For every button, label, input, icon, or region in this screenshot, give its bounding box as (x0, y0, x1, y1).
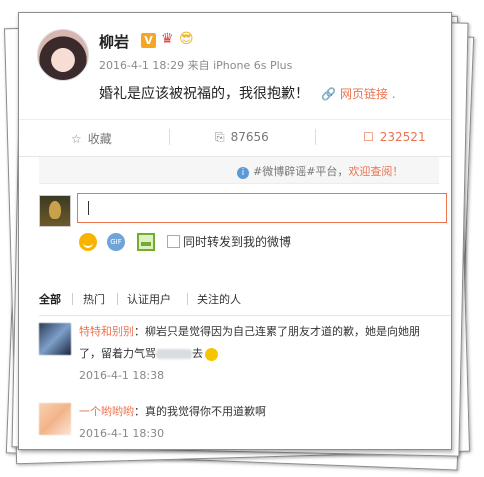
comment-button[interactable]: ☐ 232521 (363, 130, 426, 144)
link-suffix: . (391, 87, 396, 101)
post-username[interactable]: 柳岩 (99, 31, 129, 52)
repost-checkbox[interactable] (167, 235, 180, 248)
repost-count: 87656 (230, 130, 269, 144)
comment-text: 特特和别别：柳岩只是觉得因为自己连累了朋友才道的歉，她是向她朋了，留着力气骂 去 (79, 321, 451, 365)
link-icon: 🔗 (321, 87, 336, 101)
image-icon[interactable] (137, 233, 155, 251)
comment-text-line2: 了，留着力气骂 (79, 347, 156, 360)
comment-text-line1: ：真的我觉得你不用道歉啊 (134, 405, 266, 418)
comment-item: 特特和别别：柳岩只是觉得因为自己连累了朋友才道的歉，她是向她朋 了，留着力气骂去 … (39, 319, 451, 395)
weibo-post-card: 柳岩 V ♛ 😎 2016-4-1 18:29 来自 iPhone 6s Plu… (18, 12, 452, 450)
repost-button[interactable]: ⎘ 87656 (215, 130, 269, 145)
blurred-text (156, 349, 192, 359)
comment-icon: ☐ (363, 130, 374, 144)
text-caret (88, 201, 89, 215)
comment-item: 一个哟哟哟：真的我觉得你不用道歉啊 2016-4-1 18:30 (39, 399, 451, 449)
commenter-avatar[interactable] (39, 403, 71, 435)
commenter-name[interactable]: 一个哟哟哟 (79, 405, 134, 418)
tabs-divider (39, 315, 451, 316)
tab-all[interactable]: 全部 (39, 291, 61, 307)
tab-separator (72, 293, 73, 305)
web-link-label: 网页链接 (339, 87, 388, 101)
post-meta: 2016-4-1 18:29 来自 iPhone 6s Plus (99, 59, 293, 72)
star-icon: ☆ (71, 132, 82, 146)
web-link[interactable]: 🔗 网页链接 . (321, 85, 396, 102)
tab-following[interactable]: 关注的人 (197, 291, 241, 307)
comment-input[interactable] (77, 193, 447, 223)
tab-hot[interactable]: 热门 (83, 291, 105, 307)
comment-text-line3: 去 (192, 347, 203, 360)
tab-verified[interactable]: 认证用户 (127, 291, 171, 307)
comment-time: 2016-4-1 18:38 (79, 369, 165, 382)
gif-icon[interactable]: GIF (107, 233, 125, 251)
favorite-button[interactable]: ☆ 收藏 (71, 130, 112, 147)
post-text: 婚礼是应该被祝福的，我很抱歉！ (99, 86, 309, 102)
action-divider (169, 129, 170, 145)
current-user-avatar (39, 195, 71, 227)
info-icon: i (237, 167, 249, 179)
sunglasses-badge-icon: 😎 (179, 31, 194, 47)
notice-highlight: 欢迎查阅！ (348, 165, 404, 178)
notice-main: #微博辟谣#平台， (253, 165, 349, 178)
avatar[interactable] (37, 29, 89, 81)
emoji-icon[interactable] (79, 233, 97, 251)
favorite-label: 收藏 (87, 132, 112, 146)
comment-text-line1: ：柳岩只是觉得因为自己连累了朋友才道的歉，她是向她朋 (134, 325, 420, 338)
verified-badge-icon: V (141, 33, 156, 48)
commenter-name[interactable]: 特特和别别 (79, 325, 134, 338)
rumor-notice: i #微博辟谣#平台，欢迎查阅！ (39, 157, 439, 184)
notice-text[interactable]: i #微博辟谣#平台，欢迎查阅！ (237, 163, 403, 179)
repost-icon: ⎘ (215, 130, 225, 144)
smile-emoji-icon (205, 347, 218, 361)
tab-separator (117, 293, 118, 305)
comment-time: 2016-4-1 18:30 (79, 427, 165, 440)
comment-text: 一个哟哟哟：真的我觉得你不用道歉啊 (79, 401, 451, 423)
commenter-avatar[interactable] (39, 323, 71, 355)
tab-separator (187, 293, 188, 305)
action-bar: ☆ 收藏 ⎘ 87656 ☐ 232521 (19, 119, 451, 157)
action-divider (315, 129, 316, 145)
comment-count: 232521 (379, 130, 426, 144)
member-badge-icon: ♛ (161, 31, 174, 47)
repost-option-label: 同时转发到我的微博 (183, 235, 292, 249)
